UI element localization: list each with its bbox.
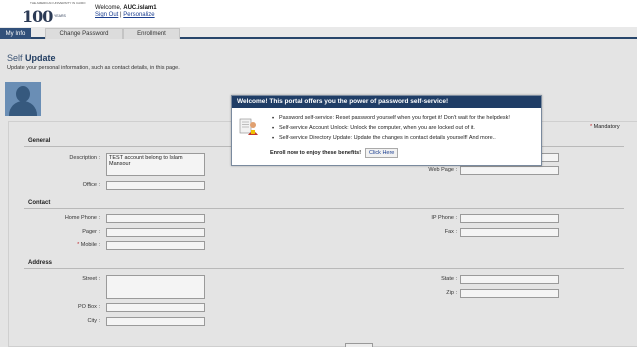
- welcome-prefix: Welcome,: [95, 5, 122, 11]
- app-header: THE AMERICAN UNIVERSITY IN CAIRO 100 YEA…: [0, 0, 637, 27]
- tab-bar: My Info Change Password Enrollment: [0, 27, 637, 39]
- bullet-icon: •: [272, 116, 275, 122]
- section-divider: [24, 268, 624, 269]
- welcome-dialog: Welcome! This portal offers you the powe…: [231, 95, 542, 166]
- zip-field[interactable]: [460, 289, 559, 298]
- city-label: City :: [87, 318, 100, 324]
- tab-change-password[interactable]: Change Password: [45, 28, 123, 39]
- click-here-button[interactable]: Click Here: [365, 148, 399, 158]
- page-title: Self Update: [7, 53, 56, 63]
- city-field[interactable]: [106, 317, 205, 326]
- web-page-field[interactable]: [460, 166, 559, 175]
- page-title-bold: Update: [25, 53, 56, 63]
- benefit-text: Self-service Account Unlock: Unlock the …: [279, 125, 475, 131]
- avatar-body-shape: [9, 101, 37, 116]
- ip-phone-label: IP Phone :: [431, 215, 457, 221]
- fax-label: Fax :: [444, 229, 457, 235]
- save-button[interactable]: [345, 343, 373, 347]
- state-field[interactable]: [460, 275, 559, 284]
- logo-years: YEARS: [54, 14, 66, 18]
- signout-link[interactable]: Sign Out: [95, 12, 118, 18]
- page-title-prefix: Self: [7, 53, 23, 63]
- header-links: Sign Out | Personalize: [95, 12, 155, 18]
- logo-university-name: THE AMERICAN UNIVERSITY IN CAIRO: [30, 1, 86, 5]
- po-box-field[interactable]: [106, 303, 205, 312]
- benefit-text: Password self-service: Reset password yo…: [279, 115, 510, 121]
- home-phone-label: Home Phone :: [64, 215, 100, 221]
- logo-number: 100: [22, 7, 53, 26]
- description-label: Description :: [69, 155, 100, 161]
- pager-label: Pager :: [82, 229, 100, 235]
- benefits-list: • Password self-service: Reset password y…: [272, 115, 510, 145]
- avatar: [5, 82, 41, 116]
- benefit-text: Self-service Directory Update: Update th…: [279, 135, 496, 141]
- section-general: General: [28, 138, 51, 144]
- personalize-link[interactable]: Personalize: [123, 12, 154, 18]
- avatar-head-shape: [16, 86, 30, 102]
- office-label: Office :: [82, 182, 100, 188]
- tab-enrollment[interactable]: Enrollment: [123, 28, 180, 39]
- list-item: • Self-service Account Unlock: Unlock the…: [272, 125, 510, 135]
- web-page-label: Web Page :: [428, 167, 457, 173]
- po-box-label: PO Box :: [77, 304, 100, 310]
- page-subtitle: Update your personal information, such a…: [7, 65, 180, 71]
- street-label: Street :: [82, 276, 100, 282]
- user-document-icon: [239, 118, 258, 135]
- username: AUC.islam1: [123, 5, 157, 11]
- office-field[interactable]: [106, 181, 205, 190]
- university-logo: THE AMERICAN UNIVERSITY IN CAIRO 100 YEA…: [22, 2, 85, 27]
- fax-field[interactable]: [460, 228, 559, 237]
- mobile-label-text: Mobile :: [80, 242, 100, 248]
- bullet-icon: •: [272, 136, 275, 142]
- mobile-field[interactable]: [106, 241, 205, 250]
- state-label: State :: [441, 276, 457, 282]
- home-phone-field[interactable]: [106, 214, 205, 223]
- ip-phone-field[interactable]: [460, 214, 559, 223]
- tab-my-info[interactable]: My Info: [0, 28, 31, 39]
- section-divider: [24, 208, 624, 209]
- zip-label: Zip :: [446, 290, 457, 296]
- description-field[interactable]: TEST account belong to Islam Mansour: [106, 153, 205, 176]
- list-item: • Self-service Directory Update: Update t…: [272, 135, 510, 145]
- dialog-title: Welcome! This portal offers you the powe…: [232, 96, 541, 108]
- list-item: • Password self-service: Reset password y…: [272, 115, 510, 125]
- section-address: Address: [28, 260, 53, 266]
- section-contact: Contact: [28, 200, 51, 206]
- required-star: *: [77, 242, 80, 248]
- welcome-text: Welcome, AUC.islam1: [95, 5, 157, 11]
- link-separator: |: [120, 12, 122, 18]
- street-field[interactable]: [106, 275, 205, 299]
- enroll-text: Enroll now to enjoy these benefits!: [270, 150, 362, 156]
- bullet-icon: •: [272, 126, 275, 132]
- mobile-label: * Mobile :: [10, 242, 100, 248]
- pager-field[interactable]: [106, 228, 205, 237]
